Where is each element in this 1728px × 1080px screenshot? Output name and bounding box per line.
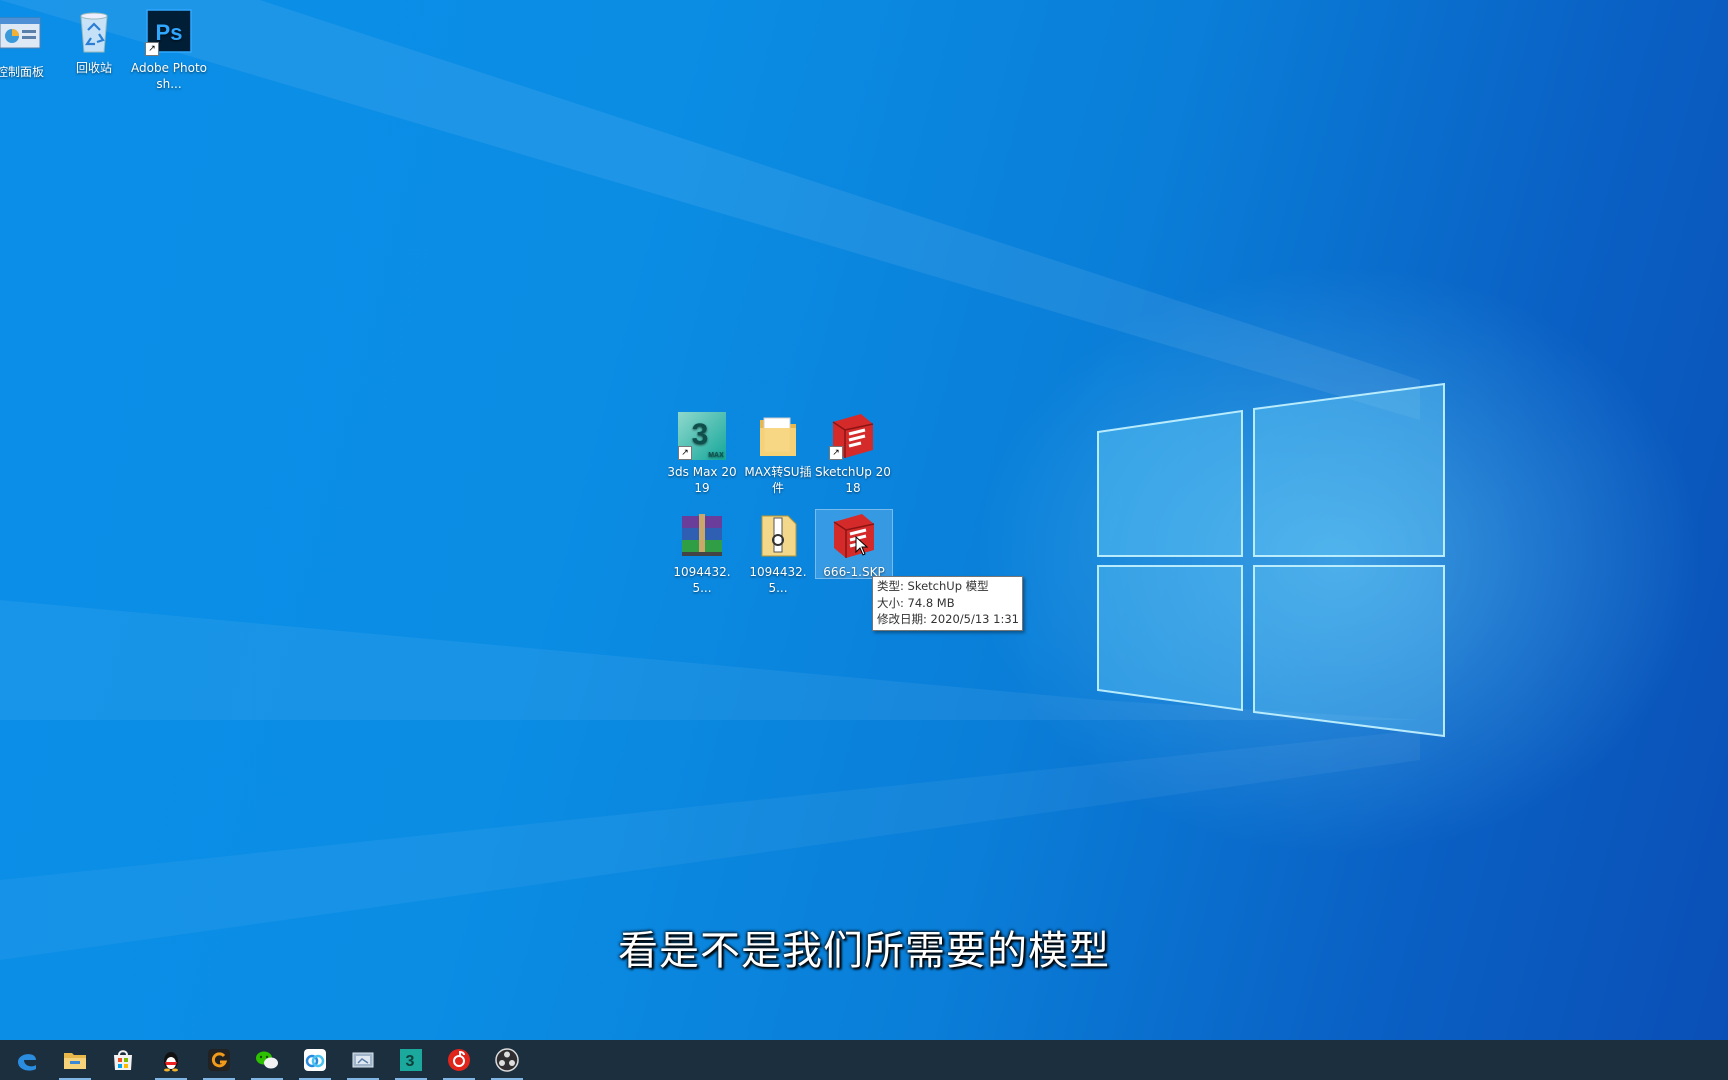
desktop-icon-label: Adobe Photosh... xyxy=(131,61,208,91)
obs-icon xyxy=(495,1048,519,1072)
taskbar-store[interactable] xyxy=(99,1040,147,1080)
taskbar-netease-music[interactable] xyxy=(435,1040,483,1080)
video-subtitle: 看是不是我们所需要的模型 xyxy=(618,928,1110,974)
desktop-icon-label: 控制面板 xyxy=(0,65,44,79)
zip-file-icon xyxy=(752,510,804,562)
tooltip-type: 类型: SketchUp 模型 xyxy=(877,579,989,593)
taskbar-3dsmax[interactable]: 3 xyxy=(387,1040,435,1080)
netease-music-icon xyxy=(448,1049,470,1071)
desktop-icon-skp-file[interactable]: 666-1.SKP xyxy=(815,509,893,579)
svg-text:3: 3 xyxy=(406,1053,415,1070)
edge-icon xyxy=(18,1054,36,1071)
wechat-icon xyxy=(256,1051,278,1069)
g-app-icon xyxy=(208,1049,230,1071)
mouse-cursor-icon xyxy=(855,536,869,556)
3dsmax-taskbar-icon: 3 xyxy=(400,1049,422,1071)
shortcut-arrow-icon: ↗ xyxy=(678,446,692,460)
taskbar-wechat[interactable] xyxy=(243,1040,291,1080)
qq-icon xyxy=(164,1052,178,1072)
tooltip-size: 大小: 74.8 MB xyxy=(877,595,955,610)
desktop-icon-control-panel[interactable]: 控制面板 xyxy=(0,10,58,80)
file-explorer-icon xyxy=(64,1053,86,1069)
file-info-tooltip: 类型: SketchUp 模型 大小: 74.8 MB 修改日期: 2020/5… xyxy=(872,576,1023,631)
baidu-netdisk-icon xyxy=(304,1049,326,1071)
winrar-archive-icon xyxy=(676,510,728,562)
recycle-bin-icon xyxy=(68,6,120,58)
3dsmax-icon: 3 MAX ↗ xyxy=(676,410,728,462)
desktop-icon-recycle-bin[interactable]: 回收站 xyxy=(56,6,132,76)
desktop-icon-label: 回收站 xyxy=(75,61,112,75)
desktop-icon-rar-archive[interactable]: 1094432.5... xyxy=(664,510,740,596)
shortcut-arrow-icon: ↗ xyxy=(829,446,843,460)
desktop-icon-label: MAX转SU插件 xyxy=(744,465,812,495)
taskbar-baidu-netdisk[interactable] xyxy=(291,1040,339,1080)
taskbar-qq[interactable] xyxy=(147,1040,195,1080)
desktop-icon-sketchup[interactable]: ↗ SketchUp 2018 xyxy=(815,410,891,496)
taskbar-g-app[interactable] xyxy=(195,1040,243,1080)
control-panel-icon xyxy=(0,10,46,62)
taskbar-obs[interactable] xyxy=(483,1040,531,1080)
svg-text:3: 3 xyxy=(692,418,709,451)
taskbar-file-explorer[interactable] xyxy=(51,1040,99,1080)
taskbar: 3 xyxy=(0,1040,1728,1080)
desktop-icon-label: 3ds Max 2019 xyxy=(667,465,737,495)
desktop-icon-photoshop[interactable]: Ps ↗ Adobe Photosh... xyxy=(131,6,207,92)
svg-text:MAX: MAX xyxy=(708,452,724,459)
store-icon xyxy=(114,1050,132,1070)
desktop-icon-3dsmax[interactable]: 3 MAX ↗ 3ds Max 2019 xyxy=(664,410,740,496)
desktop-icon-max-to-su-folder[interactable]: MAX转SU插件 xyxy=(740,410,816,496)
svg-text:Ps: Ps xyxy=(156,20,183,45)
tooltip-modified: 修改日期: 2020/5/13 1:31 xyxy=(877,612,1019,626)
photoshop-icon: Ps ↗ xyxy=(143,6,195,58)
sketchup-icon: ↗ xyxy=(827,410,879,462)
folder-icon xyxy=(752,410,804,462)
skp-file-icon xyxy=(828,510,880,562)
taskbar-screenshot-tool[interactable] xyxy=(339,1040,387,1080)
desktop-icon-label: 1094432.5... xyxy=(673,565,731,595)
shortcut-arrow-icon: ↗ xyxy=(145,42,159,56)
desktop-icon-label: SketchUp 2018 xyxy=(815,465,891,495)
desktop-background[interactable]: 控制面板 回收站 Ps ↗ Adobe Photosh... 3 MAX ↗ 3d… xyxy=(0,0,1728,1040)
desktop-icon-label: 1094432.5... xyxy=(749,565,807,595)
windows-logo-wallpaper xyxy=(1097,382,1445,738)
screenshot-tool-icon xyxy=(352,1052,374,1068)
desktop-icon-zip-file[interactable]: 1094432.5... xyxy=(740,510,816,596)
taskbar-edge[interactable] xyxy=(3,1040,51,1080)
